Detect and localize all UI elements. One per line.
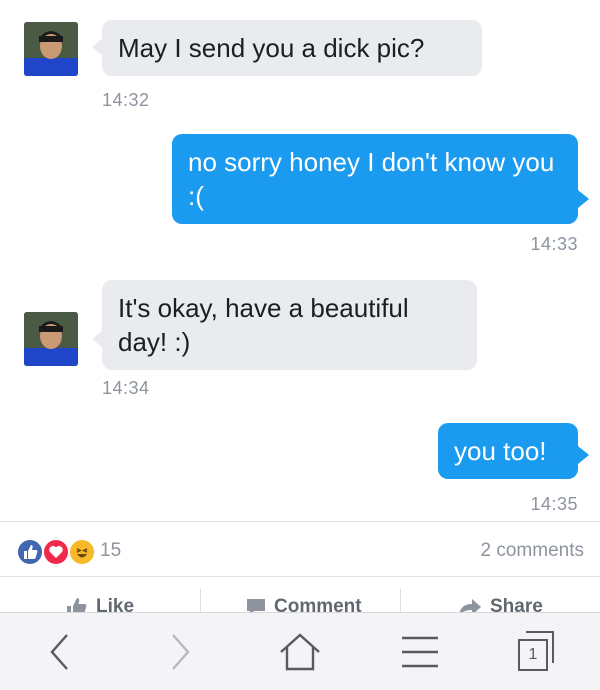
home-icon <box>280 633 320 671</box>
divider <box>200 589 201 613</box>
outgoing-message-bubble[interactable]: no sorry honey I don't know you :( <box>172 134 578 224</box>
home-button[interactable] <box>260 613 340 690</box>
message-timestamp: 14:32 <box>102 90 150 110</box>
comments-count-link[interactable]: 2 comments <box>481 540 584 562</box>
outgoing-message-bubble[interactable]: you too! <box>438 423 578 479</box>
reactions-row[interactable]: 15 2 comments <box>0 528 600 574</box>
post-actions-bar: Like Comment Share <box>0 576 600 617</box>
forward-arrow-icon <box>172 634 190 670</box>
bubble-tail <box>578 190 589 208</box>
message-timestamp: 14:33 <box>530 234 578 254</box>
menu-button[interactable] <box>380 613 460 690</box>
tabs-icon: 1 <box>516 631 556 673</box>
incoming-message-bubble[interactable]: It's okay, have a beautiful day! :) <box>102 280 477 370</box>
conversation: May I send you a dick pic? 14:32 no sorr… <box>0 0 600 522</box>
back-arrow-icon <box>50 634 68 670</box>
divider <box>400 589 401 613</box>
sender-avatar[interactable] <box>24 22 78 76</box>
sender-avatar[interactable] <box>24 312 78 366</box>
screen: May I send you a dick pic? 14:32 no sorr… <box>0 0 600 690</box>
love-icon <box>42 538 70 566</box>
tabs-button[interactable]: 1 <box>496 613 576 690</box>
hamburger-menu-icon <box>402 636 438 668</box>
haha-icon <box>68 538 96 566</box>
reaction-count[interactable]: 15 <box>100 540 121 562</box>
bubble-tail <box>578 446 589 464</box>
incoming-message-bubble[interactable]: May I send you a dick pic? <box>102 20 482 76</box>
browser-toolbar: 1 <box>0 612 600 690</box>
back-button[interactable] <box>20 613 100 690</box>
message-timestamp: 14:34 <box>102 378 150 398</box>
message-timestamp: 14:35 <box>530 494 578 514</box>
tabs-count: 1 <box>518 639 548 671</box>
forward-button[interactable] <box>140 613 220 690</box>
like-icon <box>16 538 44 566</box>
